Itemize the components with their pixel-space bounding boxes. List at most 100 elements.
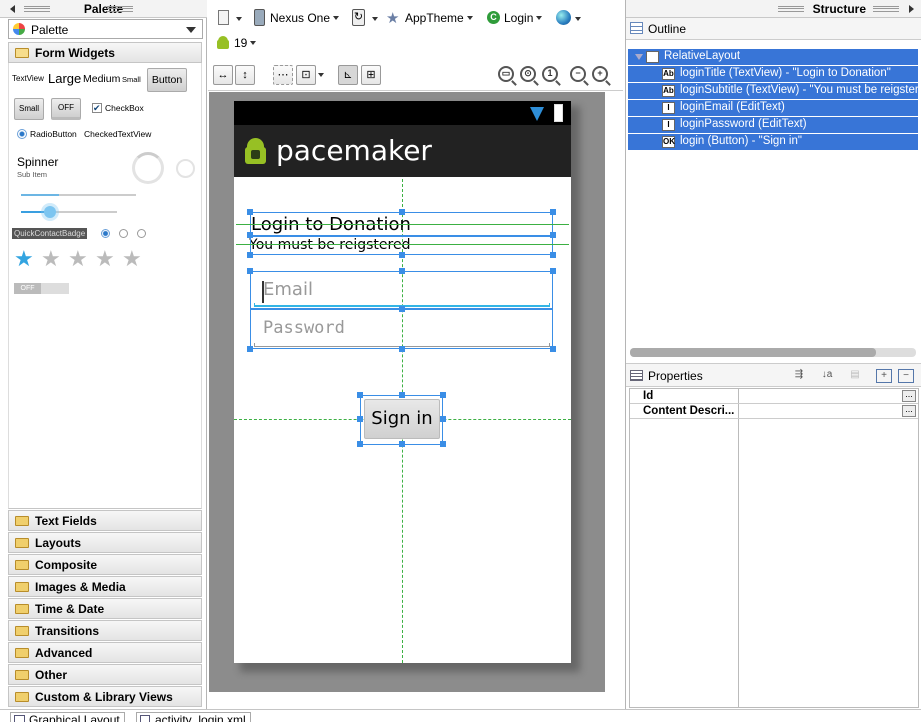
widget-radiobutton[interactable]: RadioButton — [30, 129, 77, 139]
seekbar-thumb[interactable] — [44, 206, 56, 218]
expand-twistie-icon[interactable] — [635, 54, 643, 60]
chevron-down-icon[interactable] — [318, 73, 324, 77]
widget-quickcontactbadge[interactable]: QuickContactBadge — [12, 228, 88, 239]
resize-handle[interactable] — [357, 416, 363, 422]
category-transitions[interactable]: Transitions — [8, 620, 202, 641]
outline-node-root[interactable]: RelativeLayout — [628, 49, 918, 65]
status-bar — [234, 101, 571, 125]
zoom-real-size-icon[interactable]: ⊙ — [520, 66, 536, 82]
theme-selector[interactable]: AppTheme — [405, 11, 473, 25]
widget-progressbar-small[interactable] — [176, 159, 195, 178]
palette-selector[interactable]: Palette — [8, 19, 203, 39]
widget-checkbox[interactable]: CheckBox — [105, 103, 144, 113]
collapse-right-icon[interactable] — [909, 5, 914, 13]
resize-handle[interactable] — [357, 392, 363, 398]
radio-icon[interactable] — [101, 229, 110, 238]
property-row[interactable]: Content Descri... ... — [630, 404, 918, 419]
outline-node[interactable]: OK login (Button) - "Sign in" — [628, 134, 918, 150]
outline-scrollbar-thumb[interactable] — [630, 348, 876, 357]
zoom-100-icon[interactable]: 1 — [542, 66, 558, 82]
category-composite[interactable]: Composite — [8, 554, 202, 575]
orientation-icon[interactable]: ↻ — [352, 9, 365, 26]
category-other[interactable]: Other — [8, 664, 202, 685]
show-advanced-icon[interactable]: ⇶ — [791, 369, 807, 383]
resize-handle[interactable] — [399, 268, 405, 274]
category-images-media[interactable]: Images & Media — [8, 576, 202, 597]
resize-handle[interactable] — [247, 232, 253, 238]
resize-handle[interactable] — [399, 306, 405, 312]
more-icon[interactable]: ... — [902, 405, 916, 417]
category-text-fields[interactable]: Text Fields — [8, 510, 202, 531]
gravity-icon[interactable]: ⊡ — [296, 65, 316, 85]
device-screen: pacemaker Login to Donation You must be … — [234, 101, 571, 663]
category-custom-library-views[interactable]: Custom & Library Views — [8, 686, 202, 707]
locale-globe-icon[interactable] — [556, 10, 571, 25]
widget-ratingbar[interactable]: ★ ★ ★ ★ ★ — [14, 248, 154, 272]
widget-checkedtextview[interactable]: CheckedTextView — [84, 129, 151, 139]
resize-handle[interactable] — [550, 346, 556, 352]
resize-handle[interactable] — [399, 252, 405, 258]
resize-handle[interactable] — [440, 441, 446, 447]
tab-xml[interactable]: activity_login.xml — [136, 712, 251, 722]
more-icon[interactable]: ... — [902, 390, 916, 402]
widget-medium-text[interactable]: Medium — [83, 73, 120, 85]
checkbox-icon[interactable]: ✔ — [92, 103, 102, 113]
resize-handle[interactable] — [247, 268, 253, 274]
resize-handle[interactable] — [247, 346, 253, 352]
widget-toggle-button[interactable]: OFF — [51, 98, 81, 120]
resize-handle[interactable] — [440, 416, 446, 422]
restore-default-icon[interactable]: ▤ — [847, 369, 863, 383]
chevron-down-icon[interactable] — [236, 17, 242, 21]
zoom-fit-icon[interactable]: ▭ — [498, 66, 514, 82]
widget-progressbar-large[interactable] — [132, 152, 164, 184]
resize-handle[interactable] — [357, 441, 363, 447]
widget-textview[interactable]: TextView — [12, 74, 44, 83]
chevron-down-icon[interactable] — [575, 17, 581, 21]
widget-spinner[interactable]: Spinner — [17, 155, 58, 169]
category-form-widgets[interactable]: Form Widgets — [8, 42, 202, 63]
radio-icon[interactable] — [119, 229, 128, 238]
resize-handle[interactable] — [550, 209, 556, 215]
radio-icon[interactable] — [17, 129, 27, 139]
resize-handle[interactable] — [399, 209, 405, 215]
outline-node[interactable]: Ab loginTitle (TextView) - "Login to Dona… — [628, 66, 918, 82]
category-layouts[interactable]: Layouts — [8, 532, 202, 553]
file-icon[interactable] — [218, 10, 229, 25]
expand-all-icon[interactable]: + — [876, 369, 892, 383]
resize-handle[interactable] — [399, 392, 405, 398]
collapse-all-icon[interactable]: − — [898, 369, 914, 383]
align-baseline-icon[interactable]: ⊾ — [338, 65, 358, 85]
anchor-icon[interactable]: ⊞ — [361, 65, 381, 85]
device-selector[interactable]: Nexus One — [270, 11, 340, 25]
tab-graphical-layout[interactable]: Graphical Layout — [10, 712, 125, 722]
resize-handle[interactable] — [550, 252, 556, 258]
property-row[interactable]: Id ... — [630, 389, 918, 404]
resize-handle[interactable] — [247, 209, 253, 215]
zoom-in-icon[interactable]: + — [592, 66, 608, 82]
width-fill-icon[interactable]: ↔ — [213, 65, 233, 85]
outline-node[interactable]: IloginPassword (EditText) — [628, 117, 918, 133]
resize-handle[interactable] — [550, 268, 556, 274]
category-advanced[interactable]: Advanced — [8, 642, 202, 663]
widget-switch[interactable]: OFF — [14, 283, 69, 294]
widget-button[interactable]: Button — [147, 68, 187, 92]
category-time-date[interactable]: Time & Date — [8, 598, 202, 619]
outline-node[interactable]: IloginEmail (EditText) — [628, 100, 918, 116]
activity-selector[interactable]: Login — [504, 11, 543, 25]
resize-handle[interactable] — [399, 346, 405, 352]
widget-small-text[interactable]: Small — [122, 75, 141, 84]
widget-small-button[interactable]: Small — [14, 98, 44, 120]
height-fill-icon[interactable]: ↕ — [235, 65, 255, 85]
widget-large-text[interactable]: Large — [48, 71, 81, 86]
outline-node[interactable]: Ab loginSubtitle (TextView) - "You must b… — [628, 83, 918, 99]
margins-icon[interactable]: ⋯ — [273, 65, 293, 85]
zoom-out-icon[interactable]: − — [570, 66, 586, 82]
resize-handle[interactable] — [247, 252, 253, 258]
sort-alpha-icon[interactable]: ↓a — [819, 369, 835, 383]
chevron-down-icon[interactable] — [372, 17, 378, 21]
resize-handle[interactable] — [399, 441, 405, 447]
api-level-selector[interactable]: 19 — [234, 36, 257, 50]
resize-handle[interactable] — [440, 392, 446, 398]
radio-icon[interactable] — [137, 229, 146, 238]
resize-handle[interactable] — [550, 232, 556, 238]
